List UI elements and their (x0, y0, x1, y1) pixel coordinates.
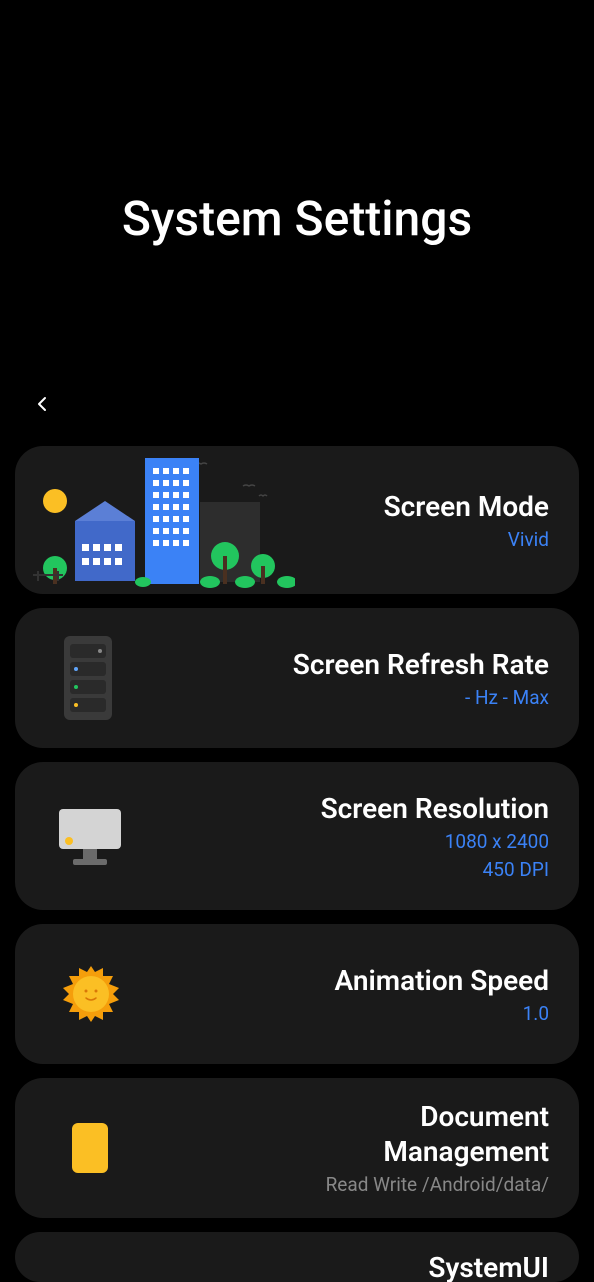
card-value: - Hz - Max (116, 686, 549, 710)
header: System Settings (0, 0, 594, 247)
sun-icon (60, 963, 122, 1025)
monitor-icon (55, 805, 125, 867)
card-value: 1.0 (122, 1002, 549, 1026)
card-title: Screen Resolution (125, 791, 549, 826)
document-icon (70, 1121, 110, 1175)
card-document-management[interactable]: Document Management Read Write /Android/… (15, 1078, 579, 1218)
card-subtitle: Read Write /Android/data/ (110, 1173, 549, 1197)
card-value-2: 450 DPI (125, 858, 549, 882)
card-title: SystemUI (70, 1250, 549, 1282)
card-screen-mode[interactable]: Screen Mode Vivid (15, 446, 579, 594)
back-row (0, 247, 594, 420)
settings-cards: Screen Mode Vivid Screen Refresh Rate - … (0, 420, 594, 1282)
back-icon[interactable] (30, 401, 54, 420)
page-title: System Settings (0, 190, 594, 247)
server-icon (60, 634, 116, 722)
card-systemui[interactable]: SystemUI (15, 1232, 579, 1282)
card-title-1: Document (110, 1099, 549, 1134)
card-title: Screen Mode (295, 489, 549, 524)
card-refresh-rate[interactable]: Screen Refresh Rate - Hz - Max (15, 608, 579, 748)
card-animation-speed[interactable]: Animation Speed 1.0 (15, 924, 579, 1064)
card-title-2: Management (110, 1134, 549, 1169)
card-title: Animation Speed (122, 963, 549, 998)
card-value: Vivid (295, 528, 549, 552)
card-title: Screen Refresh Rate (116, 647, 549, 682)
card-resolution[interactable]: Screen Resolution 1080 x 2400 450 DPI (15, 762, 579, 910)
city-illustration-icon (15, 446, 295, 594)
card-value-1: 1080 x 2400 (125, 830, 549, 854)
